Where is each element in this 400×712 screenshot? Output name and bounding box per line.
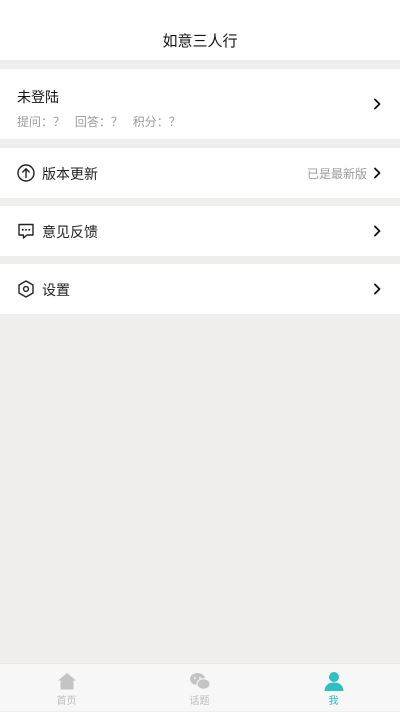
tab-topic[interactable]: 话题 <box>133 664 266 712</box>
profile-card[interactable]: 未登陆 提问：？ 回答：？ 积分：？ <box>0 69 400 139</box>
tab-label: 我 <box>328 696 339 707</box>
version-status: 已是最新版 <box>306 167 367 181</box>
profile-name: 未登陆 <box>17 90 59 106</box>
menu-item-settings[interactable]: 设置 <box>0 264 400 314</box>
tab-home[interactable]: 首页 <box>0 664 133 712</box>
stat-questions: 提问：？ <box>17 115 66 129</box>
arrow-up-circle-icon <box>16 163 36 183</box>
chevron-right-icon <box>370 97 384 111</box>
menu-label: 意见反馈 <box>42 225 98 241</box>
bottom-tab-bar: 首页 话题 我 <box>0 663 400 711</box>
tab-label: 话题 <box>189 696 210 707</box>
tab-label: 首页 <box>56 696 77 707</box>
tab-me[interactable]: 我 <box>267 664 400 712</box>
menu-label: 设置 <box>42 283 70 299</box>
chat-icon <box>189 670 211 692</box>
menu-label: 版本更新 <box>42 167 98 183</box>
chevron-right-icon <box>370 166 384 180</box>
stat-answers: 回答：？ <box>74 115 123 129</box>
stat-points: 积分：？ <box>132 115 181 129</box>
profile-stats: 提问：？ 回答：？ 积分：？ <box>17 113 187 130</box>
home-icon <box>56 670 78 692</box>
chat-bubble-icon <box>16 221 36 241</box>
page-title: 如意三人行 <box>162 32 238 50</box>
chevron-right-icon <box>370 282 384 296</box>
menu-item-version-update[interactable]: 版本更新 已是最新版 <box>0 148 400 198</box>
chevron-right-icon <box>370 224 384 238</box>
hexagon-gear-icon <box>16 279 36 299</box>
menu-item-feedback[interactable]: 意见反馈 <box>0 206 400 256</box>
person-icon <box>323 670 345 692</box>
app-header: 如意三人行 <box>0 0 400 60</box>
